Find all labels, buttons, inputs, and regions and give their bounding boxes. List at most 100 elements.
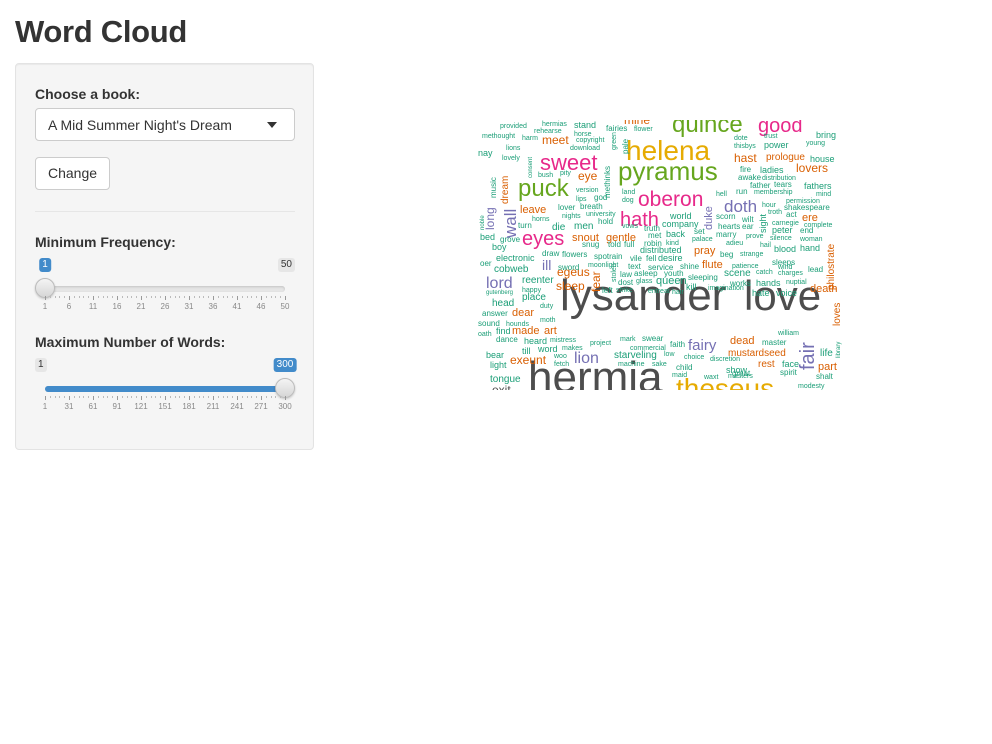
slider-minor-tick <box>59 296 61 298</box>
slider-minor-tick <box>83 296 85 298</box>
cloud-word: flowers <box>562 250 587 259</box>
cloud-word: electronic <box>496 253 535 263</box>
slider-tick <box>141 296 142 300</box>
cloud-word: dead <box>730 335 754 347</box>
cloud-word: bush <box>538 172 553 179</box>
cloud-word: hour <box>762 202 777 209</box>
slider-minor-tick <box>73 296 75 298</box>
cloud-word: wind <box>777 264 793 271</box>
cloud-word: fell <box>646 254 656 263</box>
cloud-word: blood <box>774 244 796 254</box>
cloud-word: moth <box>540 317 556 324</box>
slider-tick-label: 211 <box>206 402 220 411</box>
slider-value-badge: 300 <box>273 358 297 372</box>
slider-tick <box>93 396 94 400</box>
cloud-word: gutenberg <box>486 290 513 296</box>
cloud-word: child <box>676 363 692 372</box>
cloud-word: left <box>602 286 613 295</box>
slider-minor-tick <box>169 396 171 398</box>
cloud-word: dost <box>618 278 634 287</box>
slider-minor-tick <box>280 296 282 298</box>
cloud-word: woo <box>553 353 567 360</box>
cloud-word: complete <box>804 222 833 229</box>
slider-minor-tick <box>54 396 56 398</box>
slider-minor-tick <box>145 296 147 298</box>
cloud-word: machine <box>618 361 645 368</box>
change-button[interactable]: Change <box>35 157 110 190</box>
slider-handle[interactable] <box>275 378 295 398</box>
cloud-word: oath <box>478 331 492 338</box>
cloud-word: lovely <box>502 155 520 162</box>
cloud-word: meet <box>542 133 569 147</box>
cloud-word: adieu <box>726 240 743 247</box>
book-select[interactable]: A Mid Summer Night's Dream <box>35 108 295 141</box>
cloud-word: full <box>624 240 634 249</box>
min-frequency-label: Minimum Frequency: <box>35 234 176 250</box>
cloud-word: theseus <box>676 373 774 390</box>
cloud-word: fathers <box>804 181 832 191</box>
cloud-word: prove <box>746 233 764 240</box>
cloud-word: dear <box>512 307 534 319</box>
cloud-word: turn <box>518 221 532 230</box>
min-frequency-slider[interactable]: 1 50 1 6 11 16 21 26 31 36 41 46 50 <box>35 258 295 318</box>
slider-track[interactable] <box>45 286 285 292</box>
cloud-word: horns <box>532 216 550 223</box>
slider-tick <box>117 296 118 300</box>
book-label: Choose a book: <box>35 86 141 102</box>
cloud-word: ladies <box>760 165 784 175</box>
cloud-word: flower <box>634 126 653 133</box>
slider-min-label: 1 <box>35 358 47 372</box>
slider-minor-tick <box>265 396 267 398</box>
cloud-word: makes <box>562 345 583 352</box>
cloud-word: desire <box>658 253 683 263</box>
slider-minor-tick <box>193 296 195 298</box>
cloud-word: hermias <box>542 121 567 128</box>
slider-tick <box>237 296 238 300</box>
cloud-word: philostrate <box>826 243 837 290</box>
slider-value-badge: 1 <box>39 258 51 272</box>
cloud-word: hand <box>800 243 820 253</box>
cloud-word: happy <box>522 287 542 294</box>
slider-minor-tick <box>232 396 234 398</box>
cloud-word: run <box>736 187 748 196</box>
cloud-word: project <box>590 340 611 347</box>
slider-minor-tick <box>198 396 200 398</box>
slider-minor-tick <box>64 296 66 298</box>
slider-tick-label: 36 <box>208 302 218 311</box>
cloud-word: nuptial <box>786 279 807 286</box>
cloud-word: light <box>490 360 507 370</box>
slider-tick-label: 300 <box>278 402 292 411</box>
slider-tick <box>69 396 70 400</box>
slider-tick-label: 31 <box>64 402 74 411</box>
cloud-word: duke <box>703 206 715 230</box>
cloud-word: nay <box>478 148 493 158</box>
cloud-word: grove <box>500 235 521 244</box>
cloud-word: sake <box>652 361 667 368</box>
slider-handle[interactable] <box>35 278 55 298</box>
cloud-word: nights <box>562 213 581 220</box>
cloud-word: duty <box>540 303 554 310</box>
slider-minor-tick <box>203 396 205 398</box>
cloud-word: glass <box>636 278 653 285</box>
slider-ticks: 1 31 61 91 121 151 181 211 241 271 300 <box>43 396 292 416</box>
cloud-word: heard <box>524 336 547 346</box>
cloud-word: waxt <box>703 374 718 381</box>
slider-minor-tick <box>59 396 61 398</box>
cloud-word: hair <box>672 289 684 296</box>
slider-tick <box>285 396 286 400</box>
cloud-word: men <box>574 221 593 232</box>
cloud-word: fairy <box>688 337 717 354</box>
cloud-word: answer <box>482 309 508 318</box>
cloud-word: dog <box>622 197 634 204</box>
slider-tick-label: 91 <box>112 402 122 411</box>
cloud-word: music <box>489 177 498 198</box>
slider-minor-tick <box>251 296 253 298</box>
max-words-slider[interactable]: 1 300 1 31 61 91 121 151 181 211 241 271 300 <box>35 358 297 418</box>
slider-minor-tick <box>54 296 56 298</box>
cloud-word: sword <box>558 263 579 272</box>
slider-minor-tick <box>241 296 243 298</box>
cloud-word: faith <box>670 340 685 349</box>
cloud-word: william <box>777 330 799 337</box>
slider-tick-label: 21 <box>136 302 146 311</box>
slider-tick <box>69 296 70 300</box>
